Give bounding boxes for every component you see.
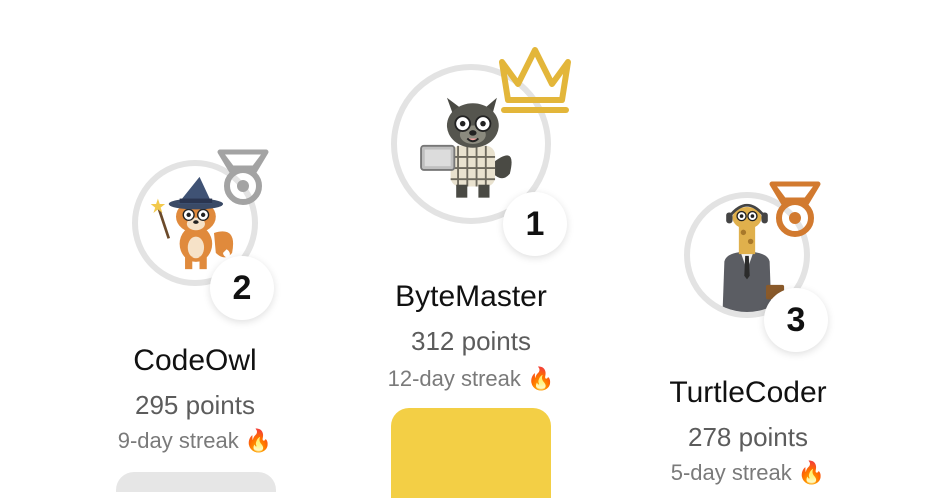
rank-badge: 2: [210, 256, 274, 320]
silver-medal-icon: [214, 146, 272, 208]
podium-block-first: [391, 408, 551, 498]
player-name: TurtleCoder: [669, 376, 827, 409]
player-name: CodeOwl: [133, 344, 257, 377]
player-streak: 9-day streak 🔥: [117, 428, 273, 453]
player-points: 295 points: [135, 390, 255, 420]
player-points: 312 points: [411, 326, 531, 356]
rank-badge: 1: [503, 192, 567, 256]
player-streak: 5-day streak 🔥: [670, 460, 826, 485]
crown-icon: [496, 44, 574, 116]
player-streak: 12-day streak 🔥: [387, 366, 555, 391]
player-points: 278 points: [688, 422, 808, 452]
podium-block-second: [116, 472, 276, 492]
player-name: ByteMaster: [395, 280, 547, 313]
rank-badge: 3: [764, 288, 828, 352]
bronze-medal-icon: [766, 178, 824, 240]
